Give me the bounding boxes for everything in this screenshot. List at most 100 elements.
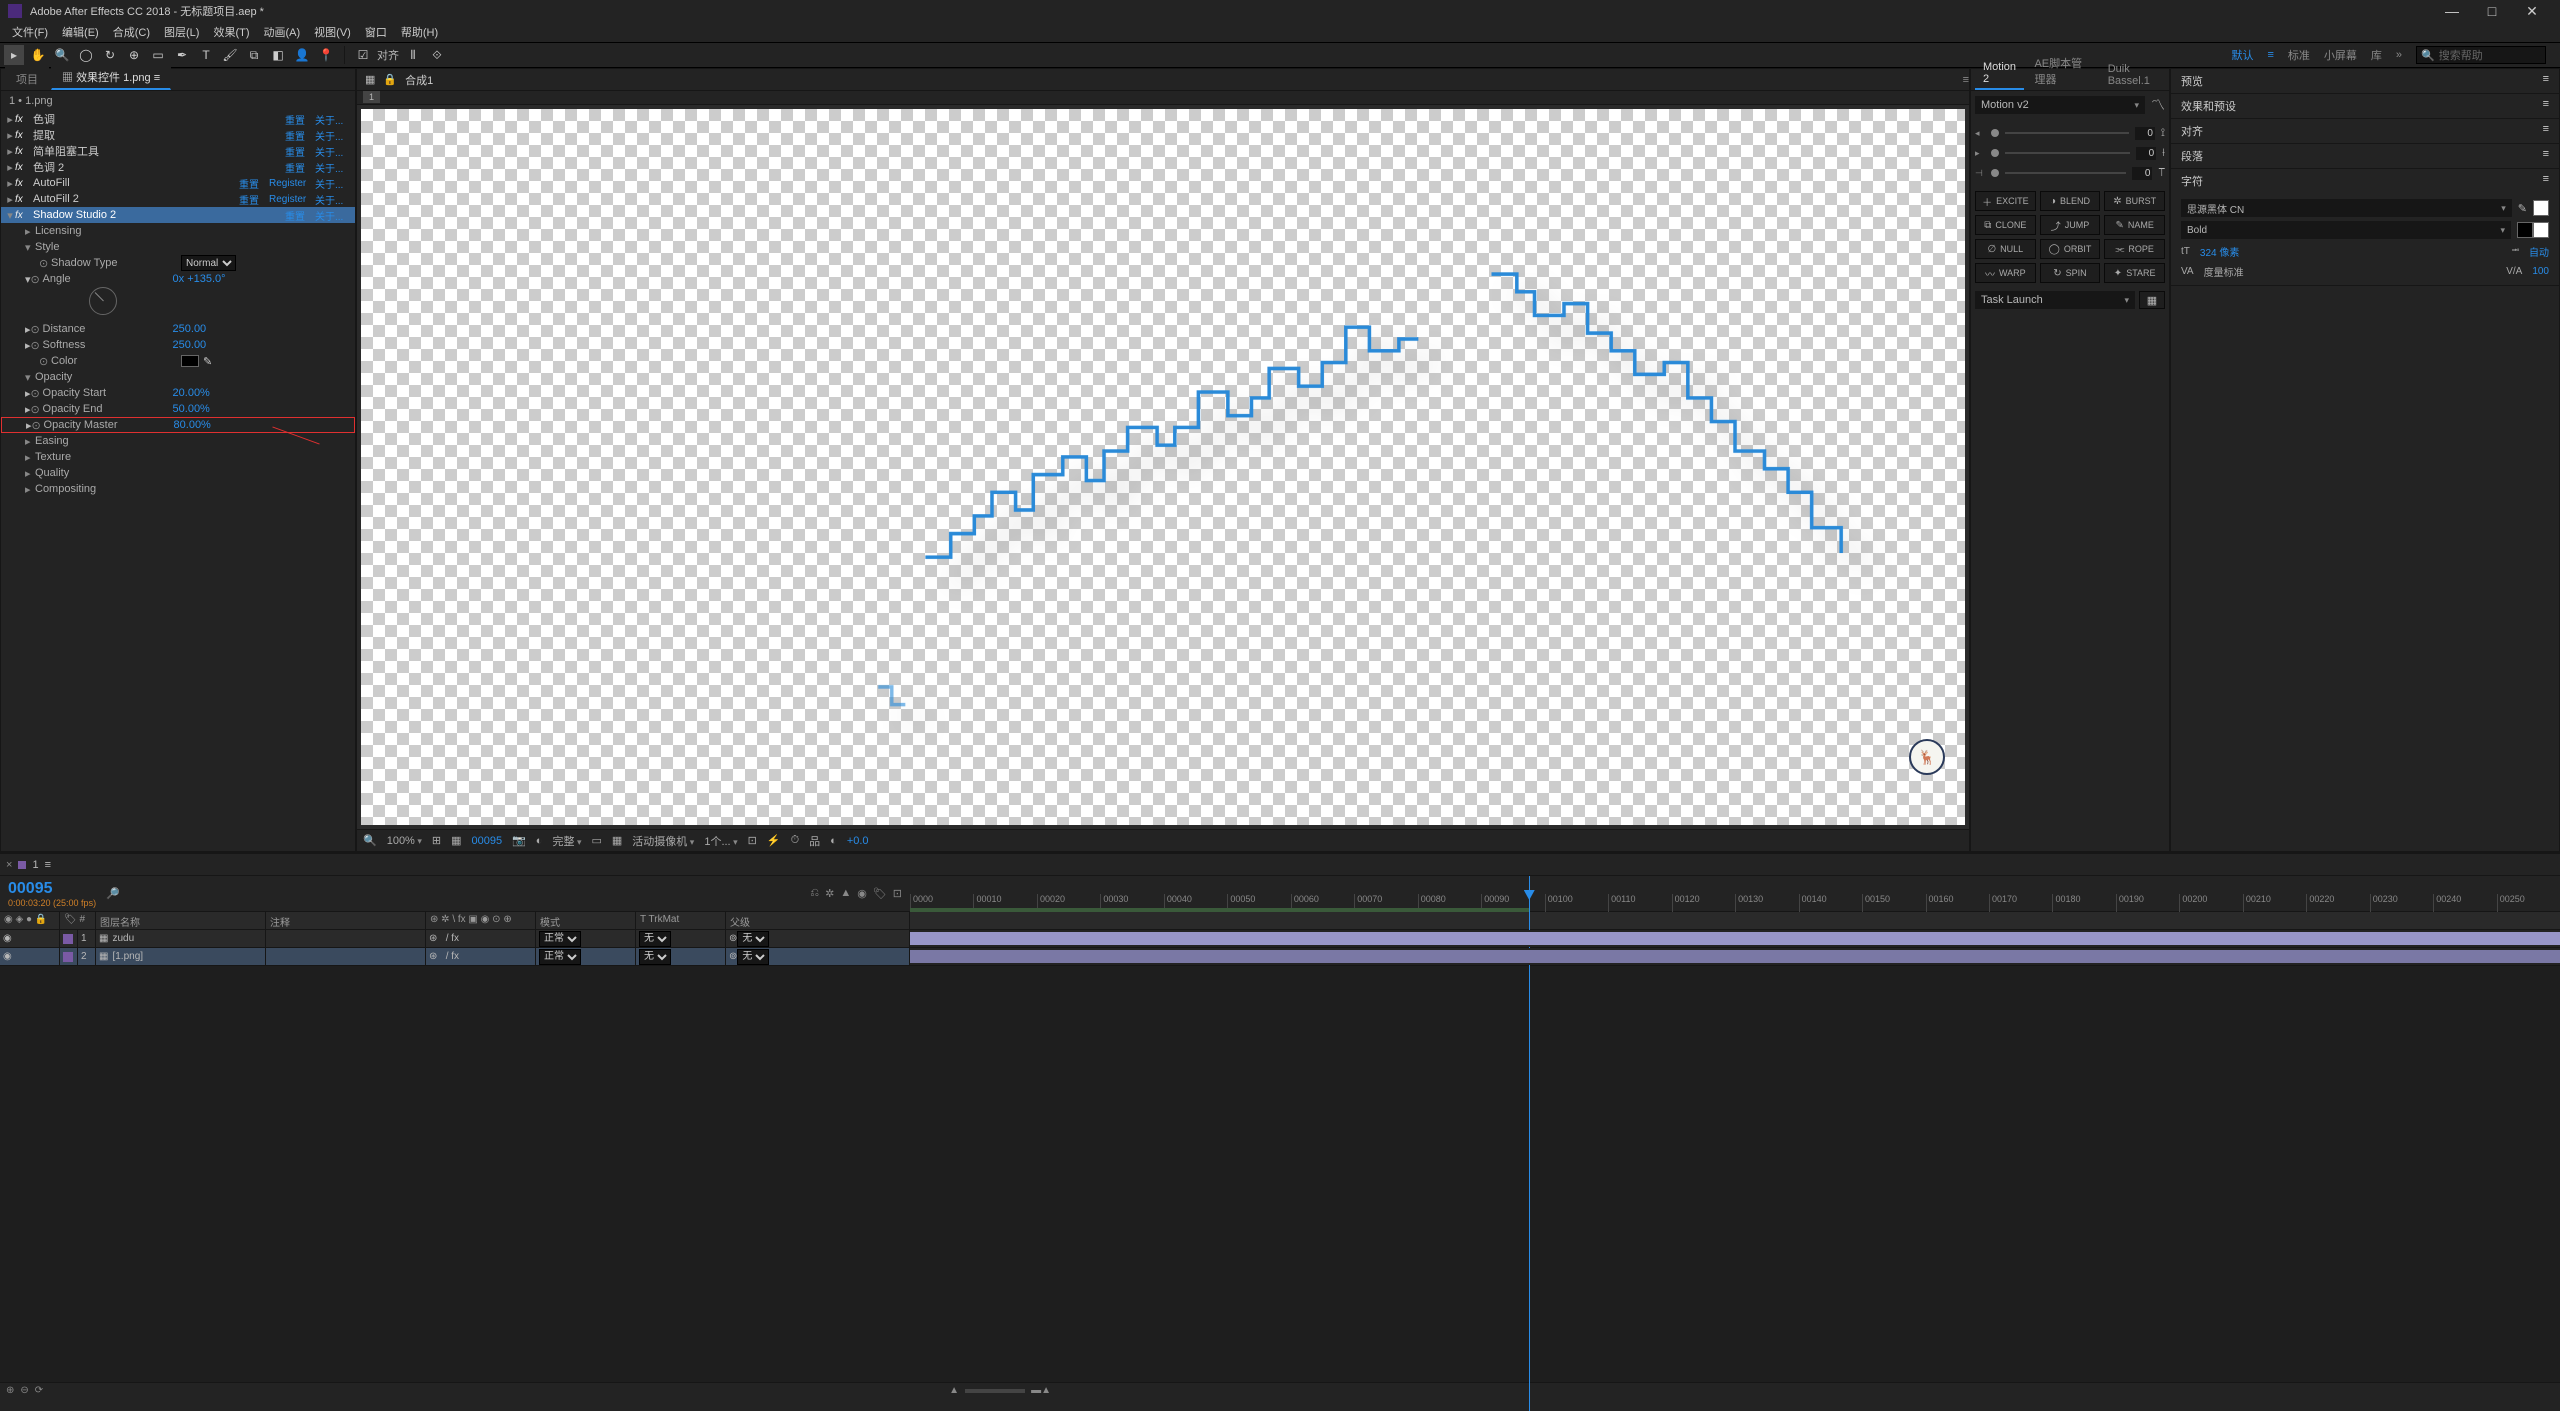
menu-effect[interactable]: 效果(T) — [209, 24, 253, 40]
color-swatch[interactable] — [181, 355, 199, 367]
anchor-tool[interactable]: ⊕ — [124, 45, 144, 65]
fast-preview-icon[interactable]: ⚡ — [767, 834, 781, 847]
motion-null-button[interactable]: ∅NULL — [1975, 239, 2036, 259]
motion-blend-button[interactable]: ◑BLEND — [2040, 191, 2101, 211]
toggle-modes-icon[interactable]: ⊖ — [20, 1385, 28, 1396]
zoom-tool[interactable]: 🔍 — [52, 45, 72, 65]
snap-checkbox[interactable]: ☑ — [353, 45, 373, 65]
pen-tool[interactable]: ✒ — [172, 45, 192, 65]
motion-stare-button[interactable]: ✦STARE — [2104, 263, 2165, 283]
workspace-menu-icon[interactable]: ≡ — [2267, 49, 2273, 61]
snap-opt-icon[interactable]: ⫴ — [403, 45, 423, 65]
tl-icon[interactable]: ⊡ — [893, 887, 902, 900]
tl-icon[interactable]: ⎌ — [810, 887, 819, 900]
menu-layer[interactable]: 图层(L) — [160, 24, 203, 40]
menu-file[interactable]: 文件(F) — [8, 24, 52, 40]
anchor-mid-icon[interactable]: ⟊ — [2162, 147, 2165, 160]
panel-character[interactable]: 字符 — [2181, 173, 2203, 189]
tl-icon[interactable]: ◉ — [857, 887, 867, 900]
selection-tool[interactable]: ▸ — [4, 45, 24, 65]
panel-effects[interactable]: 效果和预设 — [2181, 98, 2236, 114]
grid-toggle-icon[interactable]: ▦ — [612, 834, 622, 847]
minimize-button[interactable]: — — [2432, 3, 2472, 19]
font-size[interactable]: 324 像素 — [2200, 244, 2239, 259]
opacity-master-value[interactable]: 80.00% — [174, 419, 211, 431]
shadow-type-select[interactable]: Normal — [181, 255, 236, 271]
panel-preview[interactable]: 预览 — [2181, 73, 2203, 89]
tracking-value[interactable]: 100 — [2532, 266, 2549, 277]
tl-comp-tab[interactable]: 1 — [32, 859, 38, 871]
render-queue-icon[interactable]: ⟳ — [35, 1385, 43, 1396]
anchor-bot-icon[interactable]: ⟙ — [2158, 167, 2165, 180]
motion-jump-button[interactable]: ⤴JUMP — [2040, 215, 2101, 235]
tl-icon[interactable]: 🏷 — [873, 887, 887, 900]
motion-warp-button[interactable]: 〰WARP — [1975, 263, 2036, 283]
snap-opt2-icon[interactable]: ⟐ — [427, 45, 447, 65]
viewport[interactable]: 🦌 — [357, 105, 1969, 829]
snapshot-icon[interactable]: 📷 — [512, 834, 526, 847]
menu-help[interactable]: 帮助(H) — [397, 24, 442, 40]
rotate-tool[interactable]: ↻ — [100, 45, 120, 65]
parent-select[interactable]: 无 — [737, 949, 769, 965]
stamp-tool[interactable]: ⧉ — [244, 45, 264, 65]
tl-icon[interactable]: ✲ — [825, 887, 834, 900]
workspace-more[interactable]: » — [2396, 49, 2402, 61]
motion-name-button[interactable]: ✎NAME — [2104, 215, 2165, 235]
slider-2[interactable] — [2005, 152, 2130, 154]
roi-icon[interactable]: ▭ — [591, 834, 601, 847]
parent-select[interactable]: 无 — [737, 931, 769, 947]
puppet-tool[interactable]: 📍 — [316, 45, 336, 65]
tl-icon[interactable]: ▲ — [840, 887, 851, 900]
maximize-button[interactable]: □ — [2472, 3, 2512, 19]
flowchart-icon[interactable]: 品 — [809, 833, 820, 849]
angle-dial[interactable] — [89, 287, 117, 315]
task-run-button[interactable]: ▦ — [2139, 291, 2165, 309]
toggle-switches-icon[interactable]: ⊕ — [6, 1385, 14, 1396]
exposure-value[interactable]: +0.0 — [847, 835, 869, 847]
ease-graph-icon[interactable]: 〽 — [2151, 95, 2165, 115]
hand-tool[interactable]: ✋ — [28, 45, 48, 65]
marker[interactable]: 1 — [363, 91, 380, 103]
tab-project[interactable]: 项目 — [5, 67, 49, 90]
motion-rope-button[interactable]: ⫘ROPE — [2104, 239, 2165, 259]
tab-effect-controls[interactable]: ▦ 效果控件 1.png ≡ — [51, 65, 171, 90]
frame-display[interactable]: 00095 — [472, 835, 503, 847]
softness-value[interactable]: 250.00 — [173, 339, 207, 351]
layer-row[interactable]: ◉2▦[1.png]⊛ / fx正常无⊚ 无 — [0, 948, 2560, 966]
lock-icon[interactable]: 🔒 — [383, 73, 397, 86]
font-weight-select[interactable]: Bold — [2181, 221, 2511, 239]
camera-select[interactable]: 活动摄像机 — [632, 833, 694, 849]
mode-select[interactable]: 正常 — [539, 949, 581, 965]
zoom-select[interactable]: 100% — [387, 835, 422, 847]
resolution-select[interactable]: 完整 — [552, 833, 581, 849]
kerning-value[interactable]: 度量标准 — [2204, 264, 2244, 279]
close-button[interactable]: ✕ — [2512, 3, 2552, 20]
menu-composition[interactable]: 合成(C) — [109, 24, 154, 40]
current-time[interactable]: 00095 — [8, 880, 96, 898]
motion-spin-button[interactable]: ↻SPIN — [2040, 263, 2101, 283]
eraser-tool[interactable]: ◧ — [268, 45, 288, 65]
time-ruler[interactable]: 0000000100002000030000400005000060000700… — [910, 876, 2560, 911]
opacity-end-value[interactable]: 50.00% — [173, 403, 210, 415]
views-select[interactable]: 1个... — [704, 833, 737, 849]
fill-swatch[interactable] — [2533, 200, 2549, 216]
timeline-zoom[interactable]: ▲▬▲ — [949, 1385, 1051, 1396]
tab-menu-icon[interactable]: ≡ — [154, 72, 160, 84]
panel-align[interactable]: 对齐 — [2181, 123, 2203, 139]
menu-edit[interactable]: 编辑(E) — [58, 24, 103, 40]
layer-search[interactable]: 🔎 — [106, 887, 800, 900]
motion-preset-select[interactable]: Motion v2 — [1975, 96, 2145, 114]
type-tool[interactable]: T — [196, 45, 216, 65]
menu-view[interactable]: 视图(V) — [310, 24, 355, 40]
leading-value[interactable]: 自动 — [2529, 244, 2549, 259]
channel-icon[interactable]: ◐ — [536, 835, 543, 847]
distance-value[interactable]: 250.00 — [173, 323, 207, 335]
transparency-icon[interactable]: ▦ — [451, 834, 461, 847]
help-search[interactable]: 🔍 搜索帮助 — [2416, 46, 2546, 64]
eyedropper-icon[interactable]: ✎ — [203, 355, 212, 368]
workspace-default[interactable]: 默认 — [2231, 47, 2253, 63]
motion-excite-button[interactable]: ＋EXCITE — [1975, 191, 2036, 211]
tl-menu-icon[interactable]: ≡ — [45, 859, 51, 871]
mode-select[interactable]: 正常 — [539, 931, 581, 947]
tab-motion2[interactable]: Motion 2 — [1975, 58, 2024, 90]
